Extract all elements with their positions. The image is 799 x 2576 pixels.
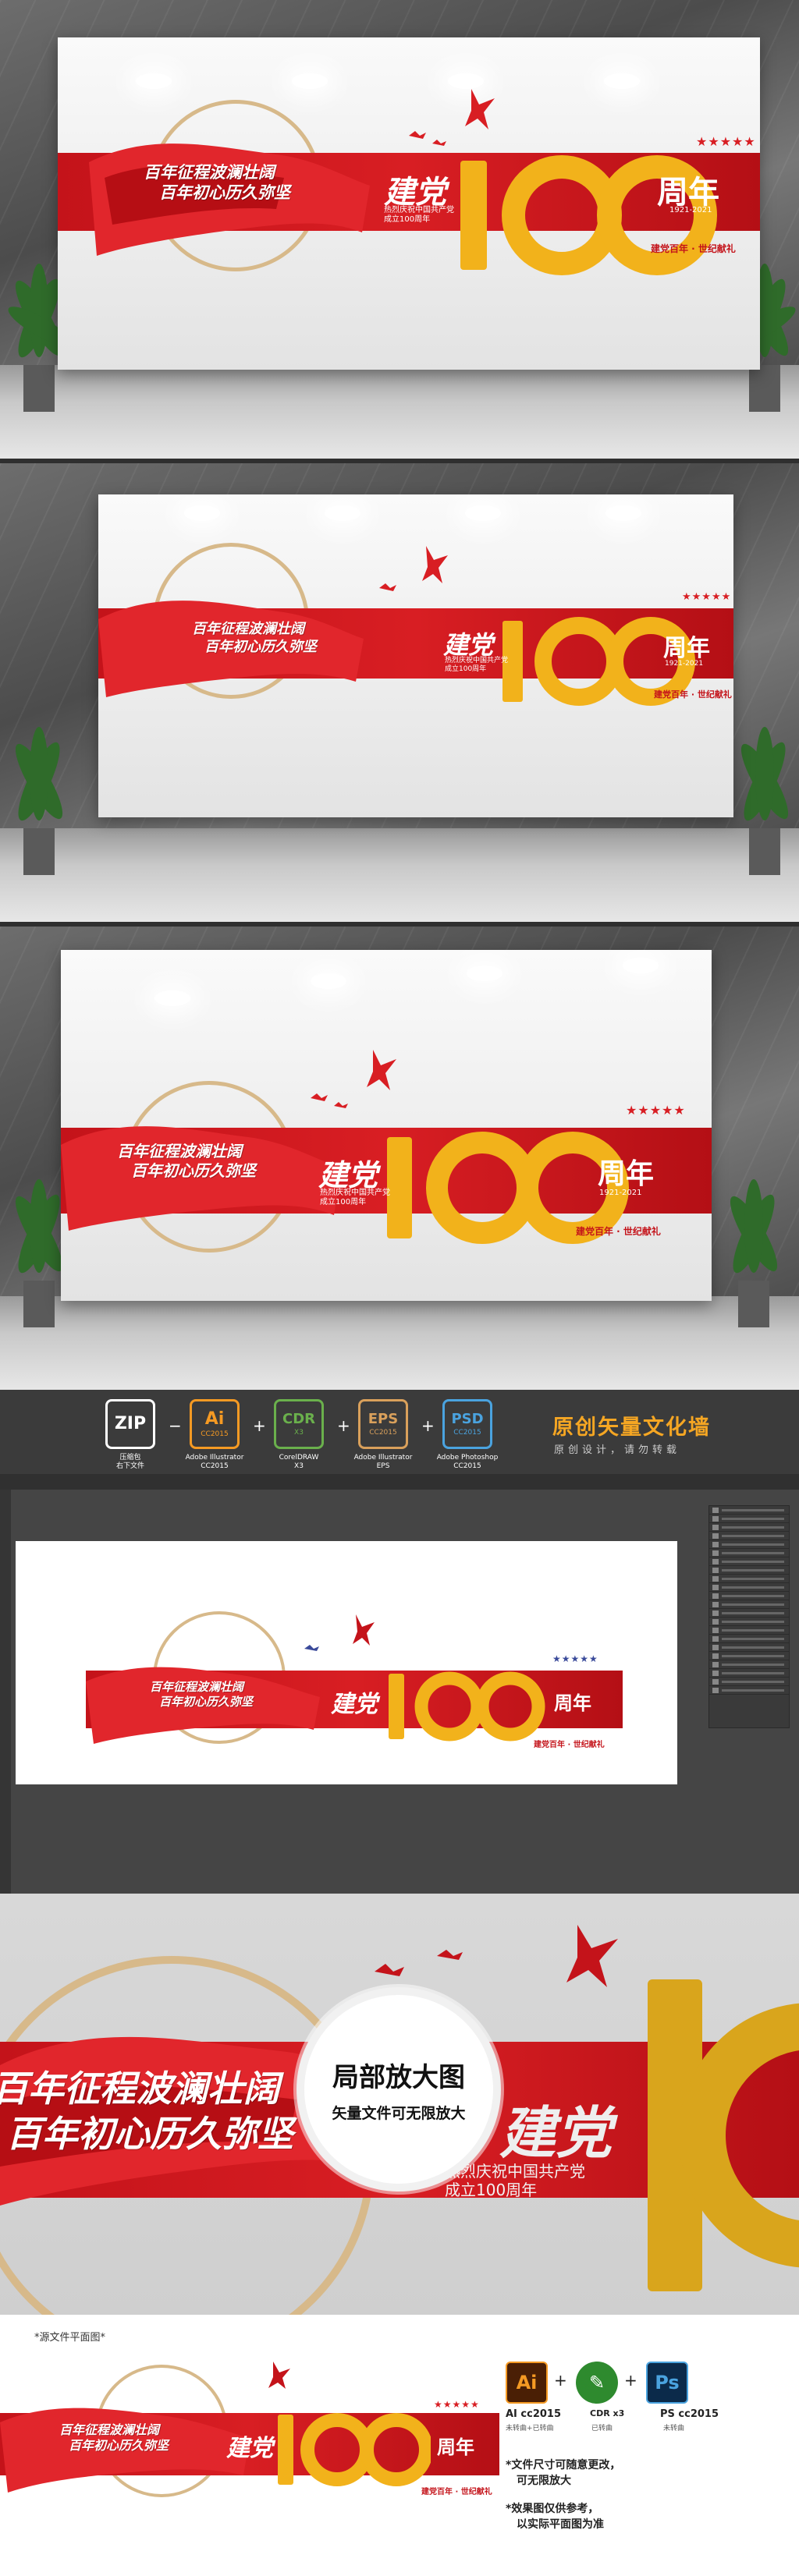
cdr-icon: CDR X3 — [274, 1399, 324, 1449]
note-size: *文件尺寸可随意更改， 可无限放大 — [506, 2459, 621, 2487]
stars: ★★★★★ — [552, 1653, 598, 1664]
format-caption: Adobe Photoshop CC2015 — [436, 1454, 499, 1471]
source-label: *源文件平面图* — [34, 2332, 106, 2344]
plus-icon: + — [624, 2371, 637, 2390]
zoom-detail: 百年征程波澜壮阔 百年初心历久弥坚 建党 热烈庆祝中国共产党 成立100周年 局部放… — [0, 1894, 799, 2315]
jiandang-text: 建党 — [499, 2100, 613, 2166]
display-wall: 百年征程波澜壮阔 百年初心历久弥坚 建党 周年 热烈庆祝中国共产党 成立100周年 … — [61, 950, 712, 1301]
format-caption: CorelDRAW X3 — [279, 1454, 319, 1471]
jiandang-text: 建党 — [318, 1158, 378, 1192]
slogan: 百年征程波澜壮阔 百年初心历久弥坚 — [0, 2068, 293, 2155]
format-title: 原创矢量文化墙 — [552, 1416, 711, 1440]
format-cdr: CDR X3 CorelDRAW X3 — [265, 1399, 332, 1472]
page: 百年征程波澜壮阔 百年初心历久弥坚 建党 周年 热烈庆祝中国共产党 成立100周年 … — [0, 0, 799, 2576]
editor-toolbar[interactable] — [0, 1490, 11, 1894]
birds-icon — [304, 1614, 375, 1651]
mockup-room-1: 百年征程波澜壮阔 百年初心历久弥坚 建党 周年 热烈庆祝中国共产党 成立100周年 … — [0, 0, 799, 459]
footer-slogan: 建党百年 · 世纪献礼 — [421, 2488, 492, 2496]
photoshop-icon: Ps — [646, 2362, 688, 2404]
birds-icon — [379, 546, 448, 591]
note-preview: *效果图仅供参考， 以实际平面图为准 — [506, 2503, 604, 2531]
illustrator-icon: Ai — [506, 2362, 548, 2404]
plus-icon: + — [253, 1416, 266, 1435]
format-eps: EPS CC2015 Adobe Illustrator EPS — [350, 1399, 417, 1472]
slogan: 百年征程波澜壮阔 百年初心历久弥坚 — [117, 1142, 256, 1180]
ps-sublabel: 未转曲 — [663, 2425, 685, 2432]
stars: ★★★★★ — [434, 2399, 480, 2410]
mockup-room-2: 百年征程波澜壮阔 百年初心历久弥坚 建党 周年 热烈庆祝中国共产党 成立100周年 … — [0, 463, 799, 922]
zoom-title: 局部放大图 — [332, 2062, 465, 2093]
tagline: 热烈庆祝中国共产党 成立100周年 — [320, 1189, 390, 1207]
number-100 — [648, 1979, 799, 2291]
tagline: 热烈庆祝中国共产党 成立100周年 — [445, 2162, 585, 2199]
ai-sublabel: 未转曲+已转曲 — [506, 2425, 554, 2432]
plus-icon: + — [554, 2371, 567, 2390]
slogan: 百年征程波澜壮阔 百年初心历久弥坚 — [59, 2422, 169, 2453]
footer-slogan: 建党百年 · 世纪献礼 — [576, 1226, 661, 1237]
stars: ★★★★★ — [626, 1103, 686, 1118]
format-caption: Adobe Illustrator CC2015 — [185, 1454, 244, 1471]
editor-window: 百年征程波澜壮阔 百年初心历久弥坚 建党 周年 ★★★★★ 建党百年 · 世纪献礼 — [0, 1474, 799, 1894]
format-subtitle: 原创设计，请勿转载 — [554, 1444, 681, 1456]
slogan: 百年征程波澜壮阔 百年初心历久弥坚 — [150, 1680, 254, 1709]
plus-icon: − — [169, 1416, 182, 1435]
footer-slogan: 建党百年 · 世纪献礼 — [654, 689, 732, 700]
years: 1921-2021 — [669, 206, 712, 214]
jiandang-text: 建党 — [226, 2435, 273, 2462]
cdr-sublabel: 已转曲 — [591, 2425, 613, 2432]
number-100 — [278, 2413, 431, 2486]
format-ai: Ai CC2015 Adobe Illustrator CC2015 — [181, 1399, 248, 1472]
mockup-room-3: 百年征程波澜壮阔 百年初心历久弥坚 建党 周年 热烈庆祝中国共产党 成立100周年 … — [0, 927, 799, 1390]
display-wall: 百年征程波澜壮阔 百年初心历久弥坚 建党 周年 热烈庆祝中国共产党 成立100周年 … — [98, 494, 733, 817]
birds-icon — [409, 89, 495, 146]
zoom-callout: 局部放大图 矢量文件可无限放大 — [297, 1987, 501, 2192]
tagline: 热烈庆祝中国共产党 成立100周年 — [384, 206, 454, 224]
tagline: 热烈庆祝中国共产党 成立100周年 — [445, 657, 509, 673]
years: 1921-2021 — [665, 660, 704, 668]
format-bar: ZIP 压缩包 右下文件 − Ai CC2015 Adobe Illustrato… — [0, 1390, 799, 1474]
birds-icon — [268, 2362, 290, 2389]
format-psd: PSD CC2015 Adobe Photoshop CC2015 — [434, 1399, 501, 1472]
ps-label: PS cc2015 — [660, 2408, 719, 2420]
plus-icon: + — [421, 1416, 435, 1435]
footer-slogan: 建党百年 · 世纪献礼 — [651, 243, 736, 254]
plus-icon: + — [337, 1416, 350, 1435]
editor-menubar[interactable] — [0, 1474, 799, 1490]
zhounian-text: 周年 — [663, 635, 710, 662]
jiandang-text: 建党 — [331, 1691, 378, 1718]
plant-right — [707, 1148, 799, 1327]
number-100 — [389, 1671, 545, 1742]
source-preview: 百年征程波澜壮阔 百年初心历久弥坚 建党 周年 ★★★★★ 建党百年 · 世纪献礼 — [0, 2344, 499, 2539]
cdr-label: CDR x3 — [590, 2408, 625, 2418]
psd-icon: PSD CC2015 — [442, 1399, 492, 1449]
footer-slogan: 建党百年 · 世纪献礼 — [534, 1741, 605, 1749]
artboard[interactable]: 百年征程波澜壮阔 百年初心历久弥坚 建党 周年 ★★★★★ 建党百年 · 世纪献礼 — [16, 1541, 677, 1784]
format-caption: Adobe Illustrator EPS — [353, 1454, 413, 1471]
stars: ★★★★★ — [682, 591, 732, 603]
zhounian-text: 周年 — [437, 2436, 474, 2458]
birds-icon — [311, 1050, 396, 1108]
eps-icon: EPS CC2015 — [358, 1399, 408, 1449]
zoom-subtitle: 矢量文件可无限放大 — [332, 2105, 466, 2122]
slogan: 百年征程波澜壮阔 百年初心历久弥坚 — [192, 621, 317, 655]
coreldraw-icon: ✎ — [576, 2362, 618, 2404]
ai-label: AI cc2015 — [506, 2408, 562, 2420]
ai-icon: Ai CC2015 — [190, 1399, 240, 1449]
format-zip: ZIP 压缩包 右下文件 — [97, 1399, 164, 1472]
zip-icon: ZIP — [105, 1399, 155, 1449]
zhounian-text: 周年 — [598, 1158, 655, 1190]
layers-panel[interactable] — [708, 1505, 790, 1728]
plant-left — [0, 696, 86, 875]
format-caption: 压缩包 右下文件 — [115, 1454, 144, 1471]
zhounian-text: 周年 — [554, 1692, 591, 1714]
slogan: 百年征程波澜壮阔 百年初心历久弥坚 — [144, 163, 290, 203]
source-section: *源文件平面图* 百年征程波澜壮阔 百年初心历久弥坚 建党 周年 ★★★★★ 建党… — [0, 2315, 799, 2576]
years: 1921-2021 — [599, 1189, 642, 1197]
display-wall: 百年征程波澜壮阔 百年初心历久弥坚 建党 周年 热烈庆祝中国共产党 成立100周年 … — [58, 37, 760, 370]
stars: ★★★★★ — [696, 134, 756, 149]
